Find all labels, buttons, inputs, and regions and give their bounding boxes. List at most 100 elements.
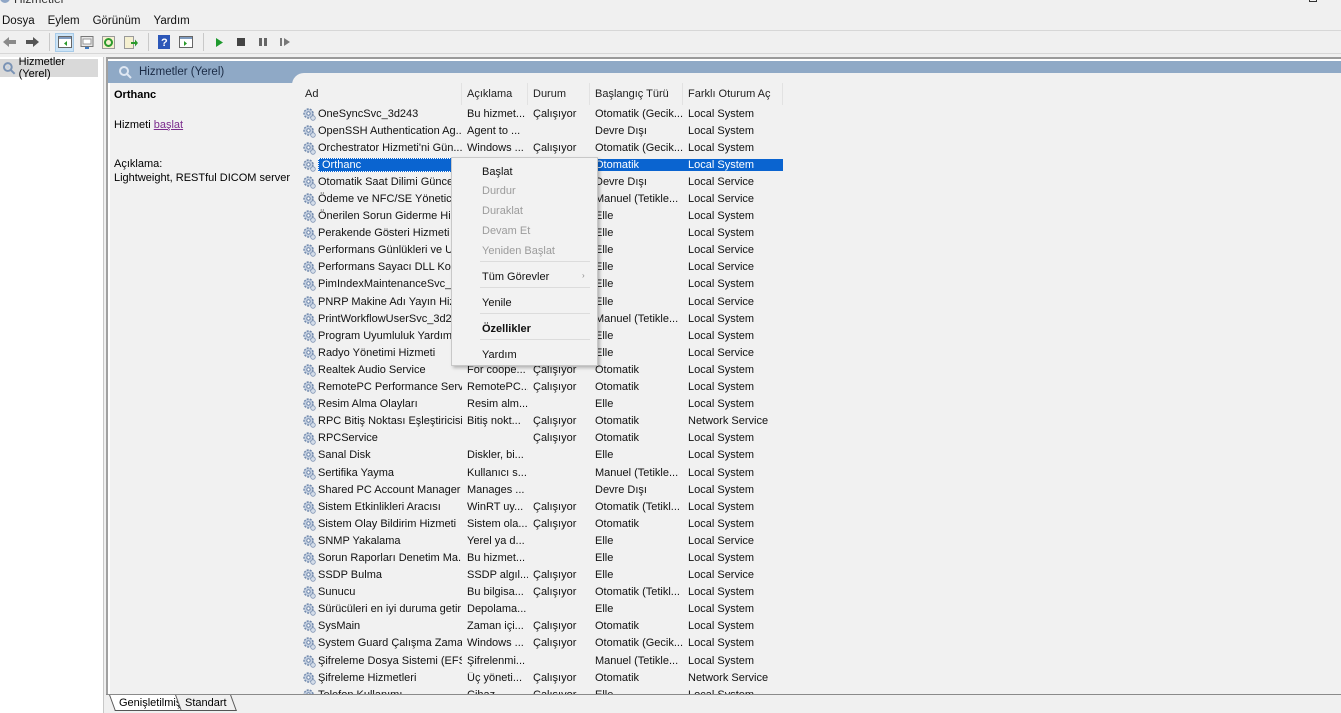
tree-item-services-local[interactable]: Hizmetler (Yerel) <box>0 56 98 80</box>
cell-description: Resim alm... <box>467 398 528 411</box>
table-row[interactable]: Sistem Olay Bildirim Hizmeti Sistem ola..… <box>300 515 783 532</box>
export-list-button[interactable] <box>121 33 140 52</box>
menu-item-refresh[interactable]: Yenile <box>482 294 512 312</box>
table-row[interactable]: RPCService Çalışıyor Otomatik Local System <box>300 430 783 447</box>
description-label: Açıklama: <box>114 158 163 170</box>
table-row[interactable]: Shared PC Account Manager Manages ... Devr… <box>300 481 783 498</box>
menu-view[interactable]: Görünüm <box>90 15 147 27</box>
cell-log-on-as: Local System <box>688 124 755 137</box>
cell-description: Bu hizmet... <box>467 551 526 564</box>
menu-action[interactable]: Eylem <box>45 15 86 27</box>
stop-service-button[interactable] <box>231 33 250 52</box>
properties-button[interactable] <box>77 33 96 52</box>
cell-log-on-as: Local System <box>688 551 755 564</box>
table-row[interactable]: OneSyncSvc_3d243 Bu hizmet... Çalışıyor Oto… <box>300 105 783 122</box>
cell-startup-type: Otomatik <box>595 432 640 445</box>
cell-name: PimIndexMaintenanceSvc_3. <box>300 277 462 292</box>
cell-name: Sunucu <box>300 585 462 599</box>
cell-status: Çalışıyor <box>533 381 577 394</box>
cell-log-on-as: Local System <box>688 517 755 530</box>
service-name: RPCService <box>318 432 378 445</box>
cell-log-on-as: Local System <box>688 329 755 342</box>
window-title: Hizmetler <box>14 0 65 6</box>
cell-status: Çalışıyor <box>533 637 577 650</box>
table-row[interactable]: Şifreleme Hizmetleri Üç yöneti... Çalışıyo… <box>300 669 783 686</box>
cell-name: SysMain <box>300 619 462 634</box>
service-gear-icon <box>303 227 316 240</box>
table-row[interactable]: OpenSSH Authentication Ag... Agent to ...… <box>300 122 783 139</box>
table-row[interactable]: Sunucu Bu bilgisa... Çalışıyor Otomatik (Te… <box>300 584 783 601</box>
table-row[interactable]: Sorun Raporları Denetim Ma... Bu hizmet..… <box>300 549 783 566</box>
table-row[interactable]: SSDP Bulma SSDP algıl... Çalışıyor Elle Loca… <box>300 567 783 584</box>
restore-window-button[interactable] <box>1309 0 1317 2</box>
cell-name: Program Uyumluluk Yardımc <box>300 329 462 343</box>
cell-log-on-as: Network Service <box>688 415 769 428</box>
table-row[interactable]: RPC Bitiş Noktası Eşleştiricisi Bitiş nok… <box>300 413 783 430</box>
cell-status: Çalışıyor <box>533 415 577 428</box>
refresh-button[interactable] <box>99 33 118 52</box>
service-gear-icon <box>303 398 316 411</box>
cell-status: Çalışıyor <box>533 500 577 513</box>
back-button[interactable] <box>0 33 19 52</box>
cell-startup-type: Otomatik <box>595 671 640 684</box>
start-service-link[interactable]: başlat <box>154 119 183 131</box>
service-name: Realtek Audio Service <box>318 363 426 376</box>
menu-item-properties[interactable]: Özellikler <box>482 320 531 338</box>
table-row[interactable]: RemotePC Performance Serv... RemotePC... Ç… <box>300 379 783 396</box>
cell-description: Üç yöneti... <box>467 671 523 684</box>
table-row[interactable]: Sistem Etkinlikleri Aracısı WinRT uy... Ça… <box>300 498 783 515</box>
cell-startup-type: Manuel (Tetikle... <box>595 654 679 667</box>
pause-service-button[interactable] <box>253 33 272 52</box>
service-gear-icon <box>303 415 316 428</box>
start-service-button[interactable] <box>209 33 228 52</box>
table-row[interactable]: Orchestrator Hizmeti'ni Gün... Windows ..… <box>300 139 783 156</box>
toolbar-separator <box>203 33 204 51</box>
cell-log-on-as: Local Service <box>688 261 755 274</box>
column-header-startup-type[interactable]: Başlangıç Türü <box>590 83 683 105</box>
tab-standard[interactable]: Standart <box>175 695 237 711</box>
menu-item-all-tasks[interactable]: Tüm Görevler <box>482 268 549 286</box>
cell-name: Sanal Disk <box>300 448 462 463</box>
service-name: PimIndexMaintenanceSvc_3. <box>318 278 461 291</box>
column-header-name[interactable]: Ad ^ <box>300 83 462 105</box>
service-gear-icon <box>303 586 316 599</box>
cell-startup-type: Manuel (Tetikle... <box>595 193 679 206</box>
show-hide-console-tree-button[interactable] <box>55 32 74 52</box>
cell-startup-type: Elle <box>595 278 614 291</box>
cell-startup-type: Elle <box>595 227 614 240</box>
cell-startup-type: Manuel (Tetikle... <box>595 312 679 325</box>
table-row[interactable]: Sertifika Yayma Kullanıcı s... Manuel (Tet… <box>300 464 783 481</box>
service-gear-icon <box>303 124 316 138</box>
toolbar-separator <box>148 33 149 51</box>
cell-description: Windows ... <box>467 637 524 650</box>
service-gear-icon <box>303 312 316 326</box>
show-action-pane-button[interactable] <box>176 33 195 52</box>
column-header-status[interactable]: Durum <box>528 83 590 105</box>
resume-service-button[interactable] <box>275 33 294 52</box>
forward-button[interactable] <box>22 33 41 52</box>
services-panel: Hizmetler (Yerel) Orthanc Hizmeti başlat… <box>106 57 1341 694</box>
table-row[interactable]: Telefon KullanımıCihaz...ÇalışıyorElleLo… <box>300 686 783 694</box>
table-row[interactable]: Sanal Disk Diskler, bi... Elle Local System <box>300 447 783 464</box>
cell-log-on-as: Local System <box>688 483 755 496</box>
menu-item-start[interactable]: Başlat <box>482 163 513 181</box>
cell-startup-type: Otomatik <box>595 620 640 633</box>
menu-item-help[interactable]: Yardım <box>482 346 517 364</box>
column-header-description[interactable]: Açıklama <box>462 83 528 105</box>
table-row[interactable]: Şifreleme Dosya Sistemi (EFS) Şifrelenmi.… <box>300 652 783 669</box>
service-gear-icon <box>303 278 316 292</box>
table-row[interactable]: SysMain Zaman içi... Çalışıyor Otomatik Loca… <box>300 618 783 635</box>
table-row[interactable]: System Guard Çalışma Zama... Windows ... Ç… <box>300 635 783 652</box>
menu-help[interactable]: Yardım <box>151 15 196 27</box>
cell-name: Performans Sayacı DLL Kona <box>300 260 462 275</box>
help-button[interactable]: ? <box>154 33 173 52</box>
column-header-log-on-as[interactable]: Farklı Oturum Aç <box>683 83 783 105</box>
table-row[interactable]: Resim Alma Olayları Resim alm... Elle Local… <box>300 396 783 413</box>
cell-status: Çalışıyor <box>533 586 577 599</box>
refresh-icon <box>102 35 115 49</box>
table-row[interactable]: SNMP Yakalama Yerel ya d... Elle Local Serv… <box>300 532 783 549</box>
table-row[interactable]: Sürücüleri en iyi duruma getir Depolama..… <box>300 601 783 618</box>
menu-file[interactable]: Dosya <box>0 15 41 27</box>
gear-search-icon <box>2 62 16 75</box>
cell-name: PrintWorkflowUserSvc_3d24. <box>300 312 462 326</box>
